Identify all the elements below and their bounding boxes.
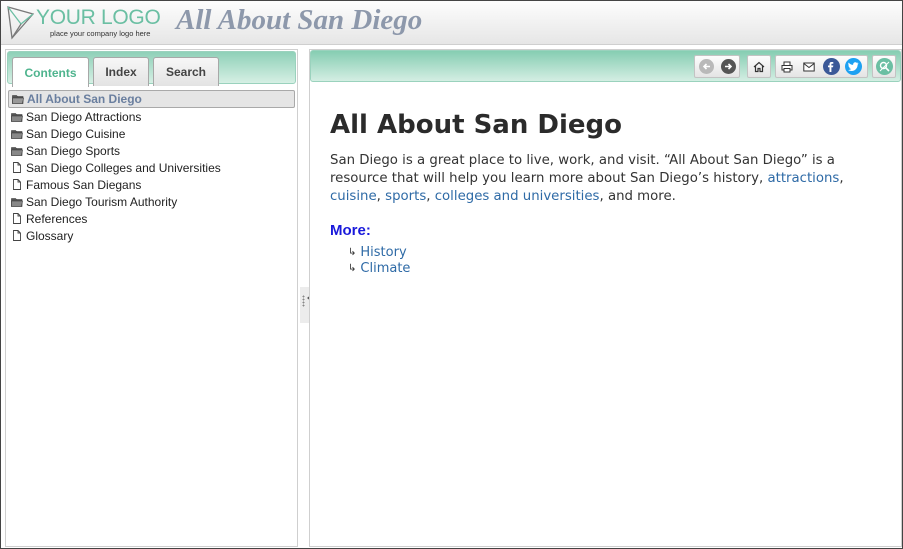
separator-text: , (426, 189, 435, 204)
separator-text: , (839, 171, 844, 186)
twitter-icon (844, 58, 862, 75)
sports-link[interactable]: sports (385, 189, 426, 204)
remove-highlight-button[interactable] (873, 56, 895, 77)
toc-item-glossary[interactable]: Glossary (8, 227, 295, 244)
app-frame: YOUR LOGO place your company logo here A… (0, 0, 903, 549)
tab-contents[interactable]: Contents (12, 57, 89, 87)
facebook-button[interactable] (820, 56, 842, 77)
climate-link[interactable]: Climate (360, 261, 410, 277)
email-button[interactable] (798, 56, 820, 77)
toc-item-label: Glossary (26, 228, 74, 243)
logo-mark-icon (7, 6, 35, 40)
colleges-link[interactable]: colleges and universities (435, 189, 600, 204)
topic-content: All About San Diego San Diego is a great… (330, 110, 890, 277)
topic-title: All About San Diego (330, 110, 623, 140)
twitter-button[interactable] (842, 56, 864, 77)
more-heading: More: (330, 222, 371, 239)
search-highlight-icon (875, 58, 893, 75)
folder-icon (11, 145, 23, 157)
print-icon (781, 61, 793, 72)
forward-icon (720, 59, 736, 74)
topic-intro-paragraph: San Diego is a great place to live, work… (330, 152, 890, 206)
home-icon (753, 61, 765, 72)
intro-text: San Diego is a great place to live, work… (330, 153, 835, 186)
separator-text: , (376, 189, 386, 204)
tab-index[interactable]: Index (93, 57, 149, 86)
nav-tabbar: Contents Index Search (7, 51, 296, 87)
page-icon (11, 162, 23, 174)
tools-button-group (775, 55, 868, 78)
header: YOUR LOGO place your company logo here A… (1, 1, 902, 45)
toc-tree: All About San Diego San Diego Attraction… (8, 90, 295, 244)
toc-item-label: San Diego Sports (26, 143, 121, 158)
more-links-list: ↳ History ↳ Climate (330, 245, 890, 277)
splitter-grip-icon (302, 295, 305, 307)
toc-item-colleges[interactable]: San Diego Colleges and Universities (8, 159, 295, 176)
logo-tagline: place your company logo here (50, 29, 151, 38)
folder-icon (11, 111, 23, 123)
forward-button[interactable] (717, 56, 739, 77)
home-button[interactable] (748, 56, 770, 77)
toc-item-cuisine[interactable]: San Diego Cuisine (8, 125, 295, 142)
toc-item-sports[interactable]: San Diego Sports (8, 142, 295, 159)
toc-item-label: Famous San Diegans (26, 177, 142, 192)
toc-item-all-about-san-diego[interactable]: All About San Diego (8, 90, 295, 108)
toc-item-label: References (26, 211, 88, 226)
back-button[interactable] (695, 56, 717, 77)
history-link[interactable]: History (360, 245, 406, 261)
toc-item-famous-san-diegans[interactable]: Famous San Diegans (8, 176, 295, 193)
print-button[interactable] (776, 56, 798, 77)
highlight-button-group (872, 55, 896, 78)
back-icon (698, 59, 714, 74)
toc-item-label: San Diego Cuisine (26, 126, 126, 141)
closing-text: , and more. (599, 189, 676, 204)
company-logo: YOUR LOGO place your company logo here (6, 4, 166, 42)
site-title: All About San Diego (176, 4, 423, 36)
page-icon (11, 213, 23, 225)
folder-icon (11, 128, 23, 140)
topic-toolbar (310, 50, 901, 82)
navigation-pane: Contents Index Search All About San Dieg… (5, 49, 298, 547)
toc-item-attractions[interactable]: San Diego Attractions (8, 108, 295, 125)
toc-item-tourism-authority[interactable]: San Diego Tourism Authority (8, 193, 295, 210)
nav-button-group (694, 55, 740, 78)
folder-open-icon (12, 93, 24, 105)
tab-search[interactable]: Search (153, 57, 219, 86)
topic-pane: All About San Diego San Diego is a great… (309, 49, 902, 547)
cuisine-link[interactable]: cuisine (330, 189, 377, 204)
folder-icon (11, 196, 23, 208)
more-list-item: ↳ Climate (348, 261, 890, 277)
toc-item-label: San Diego Colleges and Universities (26, 160, 221, 175)
toc-item-label: All About San Diego (27, 92, 142, 106)
attractions-link[interactable]: attractions (767, 171, 839, 186)
page-icon (11, 179, 23, 191)
logo-text: YOUR LOGO (36, 6, 161, 29)
toc-item-label: San Diego Tourism Authority (26, 194, 178, 209)
facebook-icon (822, 58, 840, 75)
more-list-item: ↳ History (348, 245, 890, 261)
home-button-group (747, 55, 771, 78)
arrow-bullet-icon: ↳ (348, 263, 357, 274)
toc-item-references[interactable]: References (8, 210, 295, 227)
arrow-bullet-icon: ↳ (348, 247, 357, 258)
page-icon (11, 230, 23, 242)
toc-item-label: San Diego Attractions (26, 109, 142, 124)
email-icon (803, 62, 815, 71)
